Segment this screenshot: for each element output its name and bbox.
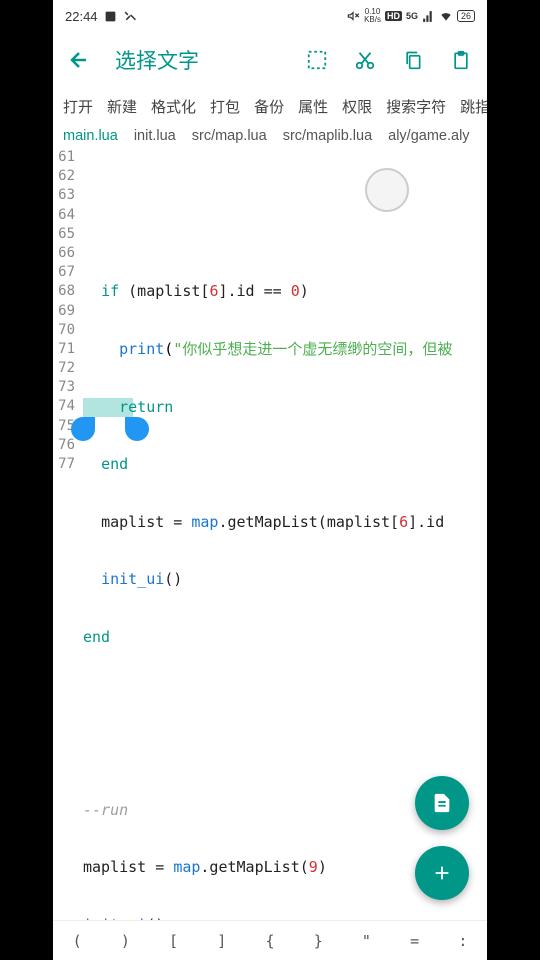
copy-icon[interactable]	[401, 48, 425, 72]
touch-ripple	[365, 168, 409, 212]
sym-lbrace[interactable]: {	[246, 932, 294, 950]
tools-icon	[123, 10, 136, 23]
line-gutter: 6162636465666768697071727374757677	[53, 148, 79, 920]
sym-lparen[interactable]: (	[53, 932, 101, 950]
tab-main[interactable]: main.lua	[63, 128, 118, 144]
fab-add[interactable]	[415, 846, 469, 900]
toolbar-backup[interactable]: 备份	[254, 96, 284, 117]
selection-handle-end[interactable]	[125, 417, 149, 441]
cut-icon[interactable]	[353, 48, 377, 72]
sym-rparen[interactable]: )	[101, 932, 149, 950]
sym-rbracket[interactable]: ]	[198, 932, 246, 950]
toolbar-search[interactable]: 搜索字符	[386, 96, 446, 117]
mute-icon	[346, 9, 360, 23]
hd-icon: HD	[385, 11, 402, 21]
paste-icon[interactable]	[449, 48, 473, 72]
toolbar-new[interactable]: 新建	[107, 96, 137, 117]
tab-game[interactable]: aly/game.aly	[388, 128, 469, 144]
fab-document[interactable]	[415, 776, 469, 830]
app-indicator-icon	[104, 10, 117, 23]
wifi-icon	[439, 9, 453, 23]
toolbar-perms[interactable]: 权限	[342, 96, 372, 117]
tab-init[interactable]: init.lua	[134, 128, 176, 144]
sym-equals[interactable]: =	[391, 932, 439, 950]
file-tabs: main.lua init.lua src/map.lua src/maplib…	[53, 124, 487, 148]
status-bar: 22:44 0.10KB/s HD 5G 26	[53, 0, 487, 32]
symbol-row: ( ) [ ] { } " = :	[53, 920, 487, 960]
select-all-icon[interactable]	[305, 48, 329, 72]
battery-icon: 26	[457, 10, 475, 22]
tab-maplib[interactable]: src/maplib.lua	[283, 128, 372, 144]
sym-lbracket[interactable]: [	[149, 932, 197, 950]
toolbar: 打开 新建 格式化 打包 备份 属性 权限 搜索字符 跳指	[53, 88, 487, 124]
toolbar-goto[interactable]: 跳指	[460, 96, 487, 117]
app-bar: 选择文字	[53, 32, 487, 88]
sym-quote[interactable]: "	[342, 932, 390, 950]
sym-colon[interactable]: :	[439, 932, 487, 950]
network-speed: 0.10KB/s	[364, 8, 381, 24]
signal-icon	[422, 10, 435, 23]
selection-handle-start[interactable]	[71, 417, 95, 441]
toolbar-format[interactable]: 格式化	[151, 96, 196, 117]
toolbar-open[interactable]: 打开	[63, 96, 93, 117]
status-time: 22:44	[65, 9, 98, 24]
toolbar-pack[interactable]: 打包	[210, 96, 240, 117]
network-5g: 5G	[406, 11, 418, 21]
toolbar-props[interactable]: 属性	[298, 96, 328, 117]
back-icon[interactable]	[67, 48, 91, 72]
appbar-title: 选择文字	[115, 45, 199, 75]
sym-rbrace[interactable]: }	[294, 932, 342, 950]
tab-map[interactable]: src/map.lua	[192, 128, 267, 144]
